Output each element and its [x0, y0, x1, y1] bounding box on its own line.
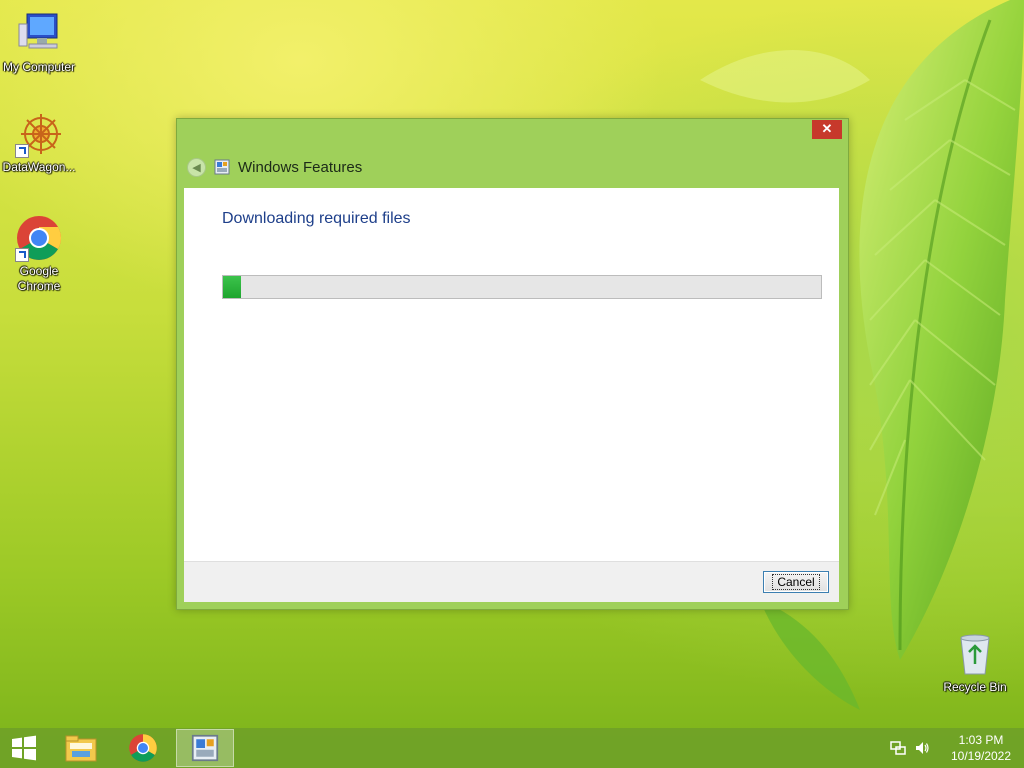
network-icon[interactable] — [890, 740, 906, 756]
dialog-content: Downloading required files — [184, 188, 839, 561]
taskbar-chrome[interactable] — [114, 729, 172, 767]
title-bar: ◀ Windows Features — [187, 157, 362, 177]
windows-features-icon — [191, 734, 219, 762]
chrome-icon — [15, 214, 63, 262]
clock-date: 10/19/2022 — [950, 749, 1012, 763]
desktop-icon-recycle-bin[interactable]: Recycle Bin — [936, 630, 1014, 695]
datawagon-icon — [15, 110, 63, 158]
shortcut-arrow-icon — [15, 248, 29, 262]
volume-icon[interactable] — [914, 740, 930, 756]
taskbar-file-explorer[interactable] — [52, 729, 110, 767]
progress-fill — [223, 276, 241, 298]
cancel-button[interactable]: Cancel — [763, 571, 829, 593]
desktop-icon-google-chrome[interactable]: Google Chrome — [0, 214, 78, 294]
clock-time: 1:03 PM — [958, 733, 1004, 747]
desktop-icon-datawagon[interactable]: DataWagon... — [0, 110, 78, 175]
desktop-icon-label: Recycle Bin — [943, 680, 1007, 694]
taskbar: 1:03 PM 10/19/2022 — [0, 728, 1024, 768]
back-arrow-icon[interactable]: ◀ — [187, 157, 206, 177]
taskbar-windows-features[interactable] — [176, 729, 234, 767]
windows-logo-icon — [12, 735, 36, 761]
desktop-icon-label: Google Chrome — [17, 264, 61, 293]
window-title: Windows Features — [238, 158, 363, 176]
status-heading: Downloading required files — [222, 210, 411, 227]
recycle-bin-icon — [951, 630, 999, 678]
close-button[interactable]: ✕ — [812, 120, 842, 139]
windows-features-icon — [214, 159, 230, 175]
chrome-icon — [129, 734, 157, 762]
cancel-button-label: Cancel — [772, 574, 820, 590]
file-explorer-icon — [65, 735, 97, 762]
desktop-icon-my-computer[interactable]: My Computer — [0, 10, 78, 75]
desktop-icon-label: DataWagon... — [2, 160, 76, 174]
clock[interactable]: 1:03 PM 10/19/2022 — [938, 732, 1024, 764]
shortcut-arrow-icon — [15, 144, 29, 158]
download-progress-bar — [222, 275, 822, 299]
desktop-icon-label: My Computer — [2, 60, 76, 74]
start-button[interactable] — [0, 728, 48, 768]
dialog-footer: Cancel — [184, 561, 839, 602]
computer-icon — [15, 10, 63, 58]
windows-features-dialog: ✕ ◀ Windows Features Downloading require… — [176, 118, 849, 610]
system-tray: 1:03 PM 10/19/2022 — [890, 728, 1024, 768]
